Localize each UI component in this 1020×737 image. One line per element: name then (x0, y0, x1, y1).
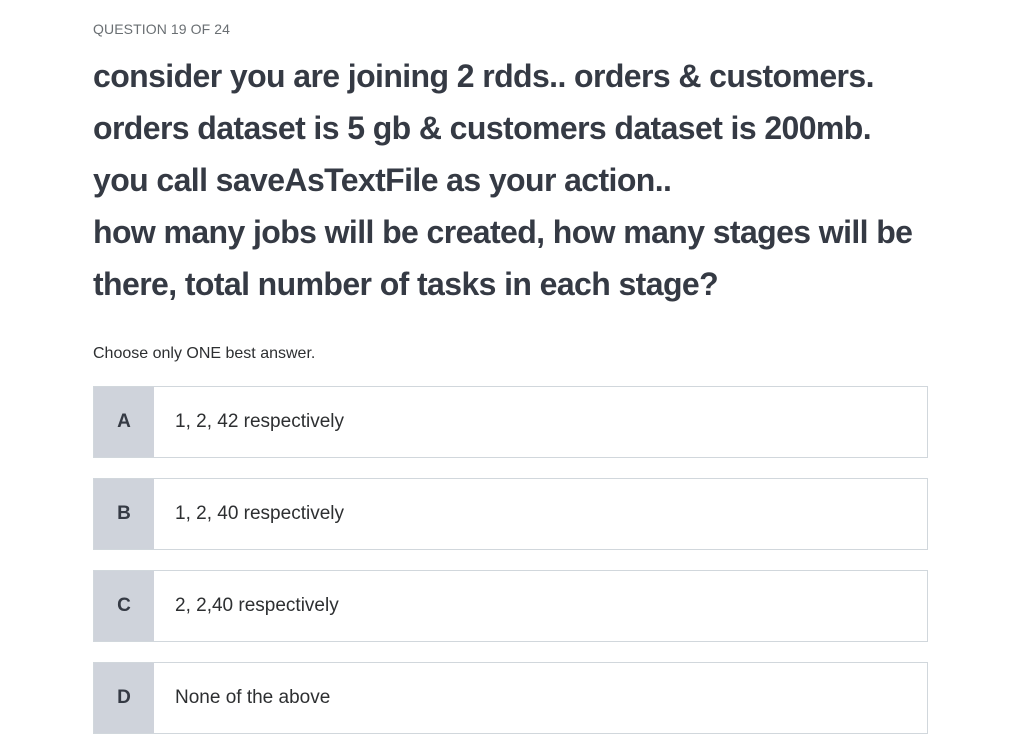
option-letter: A (94, 387, 154, 457)
answer-option-a[interactable]: A 1, 2, 42 respectively (93, 386, 928, 458)
question-line: there, total number of tasks in each sta… (93, 266, 719, 302)
option-text: 1, 2, 42 respectively (175, 411, 344, 432)
question-text: consider you are joining 2 rdds.. orders… (93, 50, 933, 310)
question-line: orders dataset is 5 gb & customers datas… (93, 110, 872, 146)
question-progress: QUESTION 19 OF 24 (93, 21, 231, 37)
answer-option-b[interactable]: B 1, 2, 40 respectively (93, 478, 928, 550)
option-letter: C (94, 571, 154, 641)
question-line: consider you are joining 2 rdds.. orders… (93, 58, 874, 94)
option-text: None of the above (175, 687, 331, 708)
answer-option-d[interactable]: D None of the above (93, 662, 928, 734)
answer-instruction: Choose only ONE best answer. (93, 345, 316, 362)
question-line: you call saveAsTextFile as your action.. (93, 162, 672, 198)
question-line: how many jobs will be created, how many … (93, 214, 913, 250)
option-text: 1, 2, 40 respectively (175, 503, 344, 524)
option-text: 2, 2,40 respectively (175, 595, 339, 616)
answer-option-c[interactable]: C 2, 2,40 respectively (93, 570, 928, 642)
option-letter: B (94, 479, 154, 549)
option-letter: D (94, 663, 154, 733)
